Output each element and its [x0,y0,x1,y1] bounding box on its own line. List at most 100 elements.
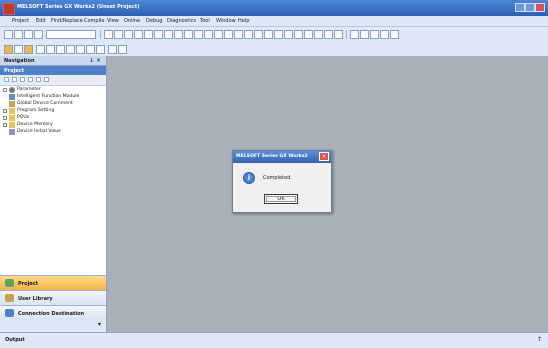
connection-icon [5,309,14,317]
nav-tool-icon[interactable] [12,77,17,82]
toolbar-tool-icon[interactable] [134,30,143,39]
navigation-footer: ▾ [0,320,106,332]
expand-icon[interactable] [3,123,7,127]
toolbar-tool-icon[interactable] [194,30,203,39]
toolbar-tool-icon[interactable] [334,30,343,39]
toolbar-tool-icon[interactable] [234,30,243,39]
nav-tool-icon[interactable] [36,77,41,82]
minimize-button[interactable] [515,3,525,12]
project-icon [5,279,14,287]
menu-compile[interactable]: Compile [84,18,104,24]
folder-icon [9,115,15,121]
toolbar-tool-icon[interactable] [274,30,283,39]
toolbar-tool-icon[interactable] [350,30,359,39]
toolbar-tool-icon[interactable] [380,30,389,39]
toolbar-tool-icon[interactable] [174,30,183,39]
nav-button-user-library[interactable]: User Library [0,290,106,305]
menu-window[interactable]: Window [216,18,236,24]
nav-tool-icon[interactable] [28,77,33,82]
nav-button-label: User Library [18,296,53,302]
toolbar-tool-icon[interactable] [104,30,113,39]
navigation-title: Navigation [4,58,35,64]
toolbar-tool-icon[interactable] [224,30,233,39]
print-icon[interactable] [34,30,43,39]
toolbar-tool-icon[interactable] [214,30,223,39]
close-window-button[interactable] [535,3,545,12]
nav-tool-icon[interactable] [44,77,49,82]
nav-button-project[interactable]: Project [0,275,106,290]
toolbar-tool-icon[interactable] [244,30,253,39]
pin-close-icon[interactable]: ↓ × [89,57,101,64]
menu-debug[interactable]: Debug [146,18,162,24]
new-icon[interactable] [4,30,13,39]
menu-project[interactable]: Project [12,18,29,24]
message-dialog: MELSOFT Series GX Works2 × i Completed. … [232,150,332,213]
tree-item-label: POUs [17,115,30,120]
project-header: Project [0,66,106,75]
menu-online[interactable]: Online [124,18,140,24]
toolbar-tool-icon[interactable] [370,30,379,39]
toolbar-tool-icon[interactable] [184,30,193,39]
toolbar-tool-icon[interactable] [164,30,173,39]
menu-help[interactable]: Help [238,18,249,24]
toolbar-tool-icon[interactable] [254,30,263,39]
ok-button[interactable]: OK [264,194,298,204]
toolbar-tool-icon[interactable] [56,45,65,54]
nav-button-connection-destination[interactable]: Connection Destination [0,305,106,320]
toolbar-tool-icon[interactable] [36,45,45,54]
dialog-title-bar: MELSOFT Series GX Works2 × [233,151,331,163]
nav-tool-icon[interactable] [4,77,9,82]
menu-view[interactable]: View [107,18,119,24]
open-icon[interactable] [14,30,23,39]
expand-icon[interactable] [3,109,7,113]
toolbar-combo[interactable] [46,30,96,39]
toolbar-tool-icon[interactable] [390,30,399,39]
toolbar-tool-icon[interactable] [46,45,55,54]
tree-item-label: Global Device Comment [17,101,73,106]
toolbar-tool-icon[interactable] [204,30,213,39]
toolbar-tool-icon[interactable] [76,45,85,54]
toolbar-tool-icon[interactable] [66,45,75,54]
window-title: MELSOFT Series GX Works2 (Unset Project) [17,4,140,10]
dialog-message: Completed. [263,175,292,181]
menu-diagnostics[interactable]: Diagnostics [167,18,196,24]
chevron-down-icon[interactable]: ▾ [98,321,101,328]
toolbar-separator [346,30,347,39]
parameter-icon [9,87,15,93]
dialog-close-button[interactable]: × [319,152,329,161]
toolbar-tool-icon[interactable] [324,30,333,39]
toolbar-tool-icon[interactable] [284,30,293,39]
expand-icon[interactable] [3,88,7,92]
toolbar-tool-icon[interactable] [14,45,23,54]
standard-toolbar [0,27,548,42]
toolbar-tool-icon[interactable] [360,30,369,39]
toolbar-tool-icon[interactable] [314,30,323,39]
menu-bar: Project Edit Find/Replace Compile View O… [0,16,548,27]
navigation-toolbar [0,75,106,86]
toolbar-tool-icon[interactable] [304,30,313,39]
menu-tool[interactable]: Tool [200,18,210,24]
toolbar-tool-icon[interactable] [86,45,95,54]
library-icon [5,294,14,302]
toolbar-tool-icon[interactable] [154,30,163,39]
menu-edit[interactable]: Edit [36,18,46,24]
toolbar-tool-icon[interactable] [96,45,105,54]
output-title: Output [5,337,25,343]
toolbar-tool-icon[interactable] [118,45,127,54]
save-icon[interactable] [24,30,33,39]
toolbar-tool-icon[interactable] [124,30,133,39]
project-toolbar [0,42,548,57]
toolbar-tool-icon[interactable] [114,30,123,39]
toolbar-tool-icon[interactable] [144,30,153,39]
toolbar-tool-icon[interactable] [264,30,273,39]
expand-icon[interactable] [3,116,7,120]
navigation-icon[interactable] [4,45,13,54]
dialog-title: MELSOFT Series GX Works2 [236,154,308,159]
toolbar-tool-icon[interactable] [108,45,117,54]
pin-icon[interactable]: ↑ [537,336,542,343]
toolbar-tool-icon[interactable] [294,30,303,39]
maximize-button[interactable] [525,3,535,12]
toolbar-tool-icon[interactable] [24,45,33,54]
nav-tool-icon[interactable] [20,77,25,82]
menu-find-replace[interactable]: Find/Replace [51,18,83,24]
